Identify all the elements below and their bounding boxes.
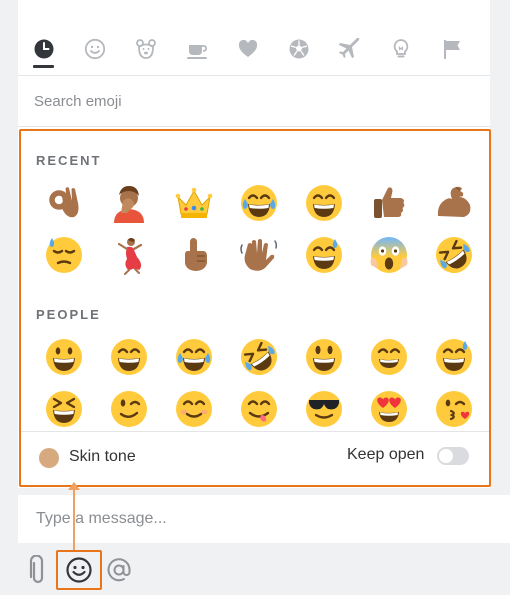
emoji-downcast-face-with-sweat[interactable] [31,229,96,281]
ok-hand-medium-skin-icon [48,187,78,218]
emoji-face-blowing-kiss[interactable] [421,383,486,435]
emoji-smiling-face-with-sunglasses[interactable] [291,383,356,435]
face-savoring-food-icon [240,391,277,427]
emoji-flexed-biceps-medium-skin[interactable] [421,177,486,229]
at-sign-icon [107,558,131,582]
emoji-crown[interactable] [161,177,226,229]
attach-button[interactable] [20,552,56,588]
thumbs-up-medium-skin-icon [373,187,404,218]
heart-icon [238,39,257,57]
section-label-recent: RECENT [36,153,102,168]
tab-food[interactable] [171,22,222,76]
message-input[interactable] [36,507,496,531]
index-pointing-up-medium-skin-icon [184,238,207,271]
tab-flags[interactable] [426,22,477,76]
rolling-on-the-floor-laughing-icon [435,237,472,273]
emoji-ok-hand-medium-skin[interactable] [31,177,96,229]
keep-open-toggle[interactable] [437,447,469,465]
smiley-icon [66,557,92,583]
picker-footer: Skin tone Keep open [21,431,489,485]
flag-icon [443,40,460,59]
recent-emoji-grid [31,177,481,281]
grinning-face-big-eyes-icon [305,339,342,375]
toggle-knob [439,449,453,463]
emoji-grinning-face-smiling-eyes[interactable] [356,331,421,383]
rolling-on-the-floor-laughing-icon [240,339,277,375]
skin-tone-label: Skin tone [69,448,136,465]
beaming-face-icon [305,185,342,221]
emoji-grinning-face-with-sweat[interactable] [421,331,486,383]
coffee-cup-icon [186,45,207,59]
face-with-tears-of-joy-icon [175,339,212,375]
tab-travel[interactable] [324,22,375,76]
emoji-index-pointing-up-medium-skin[interactable] [161,229,226,281]
flexed-biceps-medium-skin-icon [437,186,470,217]
tab-nature[interactable] [120,22,171,76]
squinting-face-icon [45,391,82,427]
face-blowing-kiss-icon [435,391,472,427]
emoji-grinning-face-with-sweat[interactable] [291,229,356,281]
tab-objects[interactable] [375,22,426,76]
person-facepalming-medium-skin-icon [113,186,144,223]
face-with-tears-of-joy-icon [240,185,277,221]
smiling-face-icon [175,391,212,427]
message-composer [18,495,510,543]
emoji-picker-screen: RECENT PEOPLE Skin tone Keep open [0,0,510,595]
winking-face-icon [110,391,147,427]
people-emoji-grid [31,331,481,435]
emoji-face-with-tears-of-joy[interactable] [161,331,226,383]
smiling-face-with-heart-eyes-icon [370,391,407,427]
emoji-button[interactable] [56,550,102,590]
face-screaming-in-fear-icon [370,237,407,273]
beaming-face-icon [110,339,147,375]
paperclip-icon [29,555,44,584]
downcast-face-with-sweat-icon [45,237,82,273]
callout-connector-line [73,483,75,551]
tab-sports[interactable] [273,22,324,76]
emoji-face-with-tears-of-joy[interactable] [226,177,291,229]
airplane-icon [338,38,359,58]
bear-icon [135,39,156,59]
tab-recent[interactable] [18,22,69,76]
emoji-grinning-face[interactable] [31,331,96,383]
emoji-grinning-face-big-eyes[interactable] [291,331,356,383]
emoji-beaming-face[interactable] [96,331,161,383]
grinning-face-with-sweat-icon [435,339,472,375]
keep-open-label: Keep open [347,446,425,463]
tab-activities[interactable] [222,22,273,76]
grinning-face-smiling-eyes-icon [370,339,407,375]
grinning-face-with-sweat-icon [305,237,342,273]
emoji-woman-dancing-medium-skin[interactable] [96,229,161,281]
emoji-thumbs-up-medium-skin[interactable] [356,177,421,229]
emoji-beaming-face[interactable] [291,177,356,229]
skin-tone-swatch[interactable] [39,448,59,468]
smiling-face-with-sunglasses-icon [305,391,342,427]
mention-button[interactable] [101,552,137,588]
section-label-people: PEOPLE [36,307,101,322]
clock-icon [34,39,53,59]
grinning-face-icon [45,339,82,375]
emoji-squinting-face[interactable] [31,383,96,435]
callout-arrow [68,482,80,490]
emoji-rolling-on-the-floor-laughing[interactable] [421,229,486,281]
emoji-waving-hand-medium-skin[interactable] [226,229,291,281]
tab-people[interactable] [69,22,120,76]
emoji-person-facepalming-medium-skin[interactable] [96,177,161,229]
emoji-smiling-face-with-heart-eyes[interactable] [356,383,421,435]
category-tab-bar [18,22,490,76]
soccer-ball-icon [289,39,308,59]
woman-dancing-medium-skin-icon [117,238,142,275]
search-row [18,77,490,127]
emoji-smiling-face[interactable] [161,383,226,435]
emoji-face-savoring-food[interactable] [226,383,291,435]
lightbulb-icon [393,39,408,58]
crown-icon [175,187,212,218]
smiley-icon [84,38,105,60]
emoji-face-screaming-in-fear[interactable] [356,229,421,281]
emoji-picker-panel: RECENT PEOPLE Skin tone Keep open [19,129,491,487]
emoji-winking-face[interactable] [96,383,161,435]
search-emoji-input[interactable] [34,88,474,114]
emoji-rolling-on-the-floor-laughing[interactable] [226,331,291,383]
waving-hand-medium-skin-icon [239,239,277,271]
